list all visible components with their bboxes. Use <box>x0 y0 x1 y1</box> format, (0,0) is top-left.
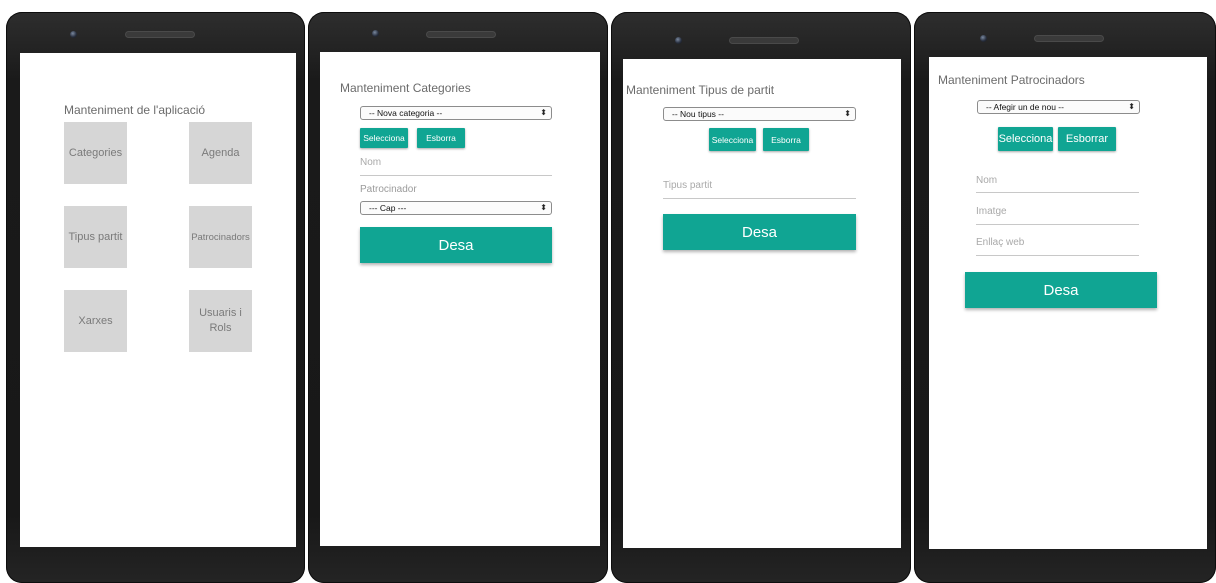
name-field[interactable]: Nom <box>976 175 1139 193</box>
camera-icon <box>372 30 379 37</box>
sponsor-select[interactable]: --- Cap --- ⬍ <box>360 201 552 215</box>
screen-match-types: Manteniment Tipus de partit -- Nou tipus… <box>623 59 901 548</box>
select-button[interactable]: Selecciona <box>998 127 1053 151</box>
device-frame-match-types: Manteniment Tipus de partit -- Nou tipus… <box>611 12 911 583</box>
select-value: -- Nova categoria -- <box>369 108 443 118</box>
type-select[interactable]: -- Nou tipus -- ⬍ <box>663 107 856 121</box>
screen-maintenance: Manteniment de l'aplicació Categories Ag… <box>20 53 296 547</box>
match-type-field[interactable]: Tipus partit <box>663 180 856 199</box>
select-button[interactable]: Selecciona <box>360 128 408 148</box>
image-field[interactable]: Imatge <box>976 206 1139 225</box>
screen-categories: Manteniment Categories -- Nova categoria… <box>320 52 600 546</box>
device-frame-maintenance: Manteniment de l'aplicació Categories Ag… <box>6 12 305 583</box>
select-value: -- Afegir un de nou -- <box>986 102 1064 112</box>
sponsor-label: Patrocinador <box>360 184 417 195</box>
save-button[interactable]: Desa <box>663 214 856 250</box>
camera-icon <box>980 35 987 42</box>
tile-agenda[interactable]: Agenda <box>189 122 252 184</box>
tile-label: Usuaris i Rols <box>199 307 242 334</box>
delete-button[interactable]: Esborrar <box>1058 127 1116 151</box>
device-frame-sponsors: Manteniment Patrocinadors -- Afegir un d… <box>914 12 1216 583</box>
updown-caret-icon: ⬍ <box>1128 102 1135 111</box>
page-title: Manteniment Patrocinadors <box>938 73 1085 87</box>
page-title: Manteniment Tipus de partit <box>626 83 775 97</box>
select-value: -- Nou tipus -- <box>672 109 724 119</box>
camera-icon <box>675 37 682 44</box>
speaker-grille <box>426 31 496 38</box>
category-select[interactable]: -- Nova categoria -- ⬍ <box>360 106 552 120</box>
tile-match-types[interactable]: Tipus partit <box>64 206 127 268</box>
select-value: --- Cap --- <box>369 203 407 213</box>
tile-networks[interactable]: Xarxes <box>64 290 127 352</box>
speaker-grille <box>729 37 799 44</box>
updown-caret-icon: ⬍ <box>540 108 547 117</box>
tile-sponsors[interactable]: Patrocinadors <box>189 206 252 268</box>
sponsor-select[interactable]: -- Afegir un de nou -- ⬍ <box>977 100 1140 114</box>
save-button[interactable]: Desa <box>965 272 1157 308</box>
speaker-grille <box>125 31 195 38</box>
name-field[interactable]: Nom <box>360 157 552 176</box>
updown-caret-icon: ⬍ <box>540 203 547 212</box>
delete-button[interactable]: Esborra <box>763 128 809 151</box>
select-button[interactable]: Selecciona <box>709 128 756 151</box>
save-button[interactable]: Desa <box>360 227 552 263</box>
tile-users-roles[interactable]: Usuaris i Rols <box>189 290 252 352</box>
screen-sponsors: Manteniment Patrocinadors -- Afegir un d… <box>929 57 1207 549</box>
updown-caret-icon: ⬍ <box>844 109 851 118</box>
camera-icon <box>70 31 77 38</box>
tile-categories[interactable]: Categories <box>64 122 127 184</box>
page-title: Manteniment Categories <box>340 81 471 95</box>
delete-button[interactable]: Esborra <box>417 128 465 148</box>
page-title: Manteniment de l'aplicació <box>64 103 206 117</box>
device-frame-categories: Manteniment Categories -- Nova categoria… <box>308 12 608 583</box>
web-link-field[interactable]: Enllaç web <box>976 237 1139 256</box>
speaker-grille <box>1034 35 1104 42</box>
